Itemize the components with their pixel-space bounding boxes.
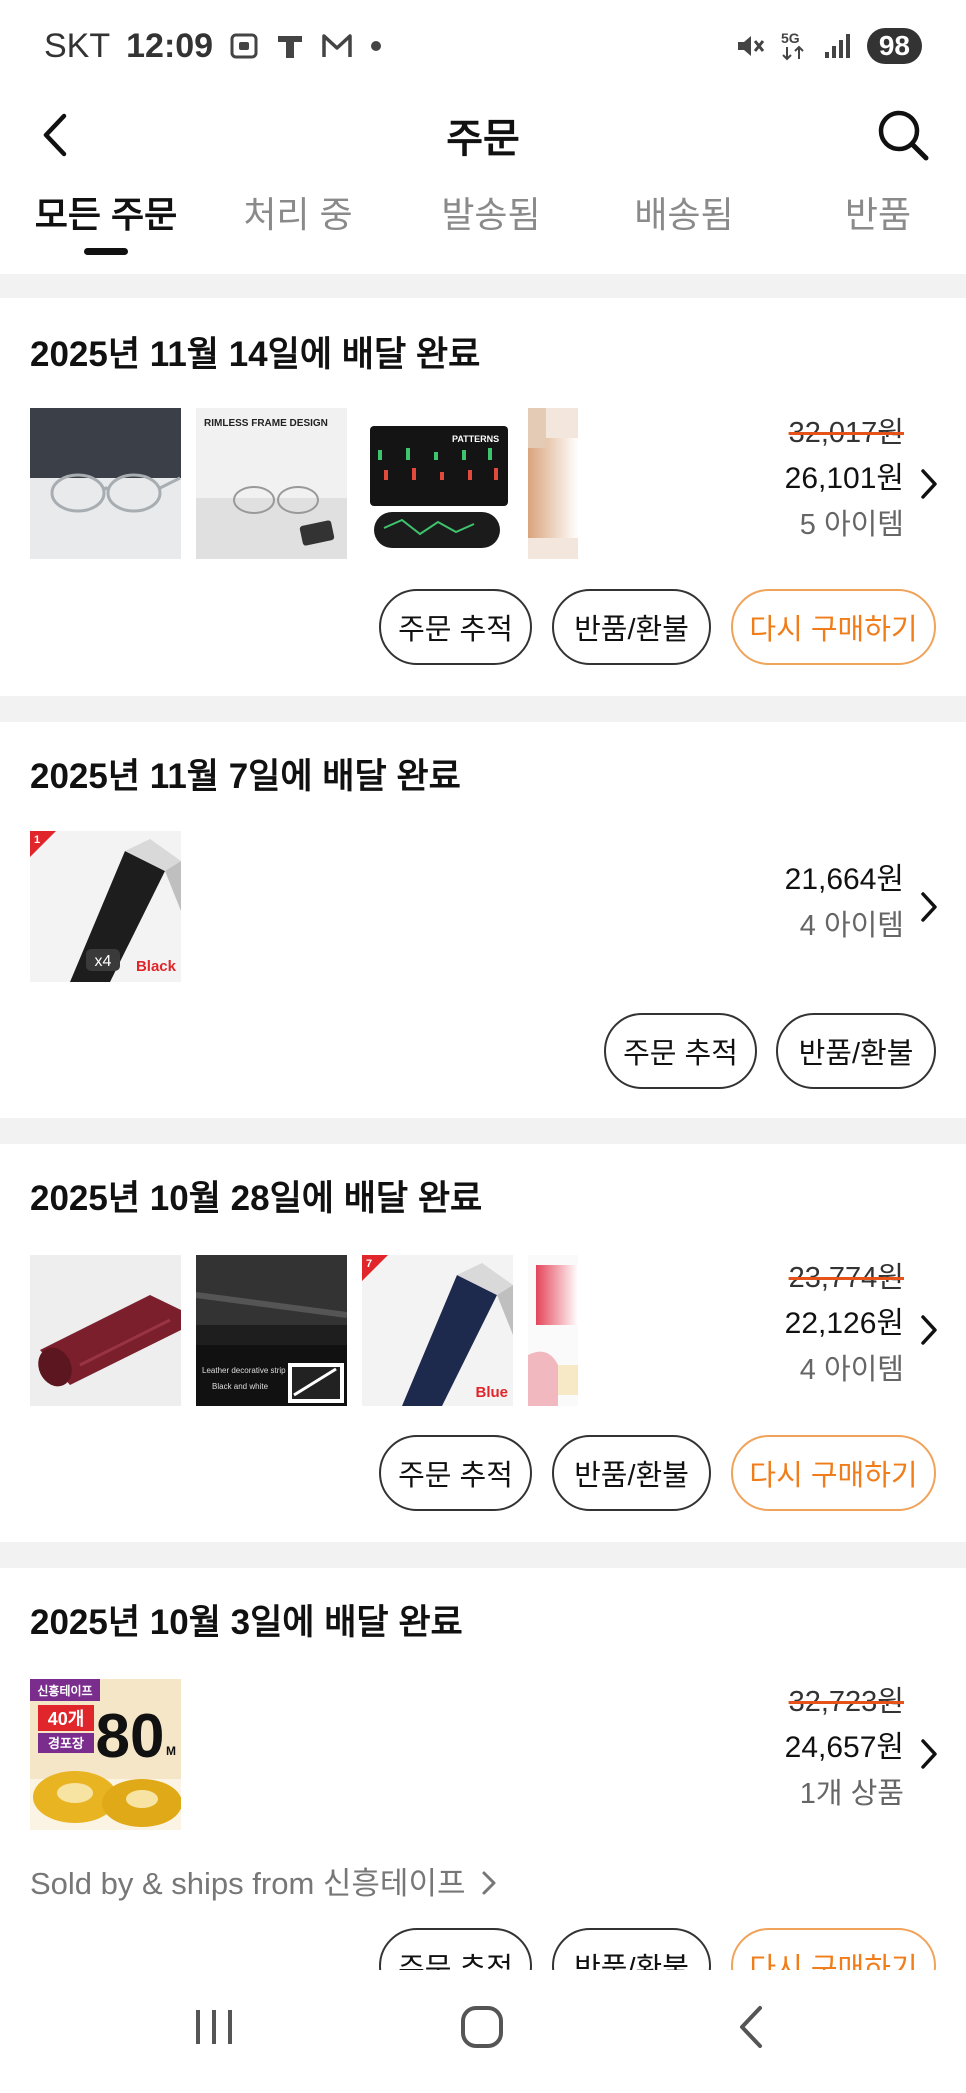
status-left: SKT 12:09	[44, 27, 383, 66]
product-thumbnail[interactable]: 7 Blue	[362, 1255, 513, 1406]
recents-icon[interactable]	[192, 2006, 236, 2053]
return-refund-button[interactable]: 반품/환불	[552, 1435, 711, 1511]
tab-all-orders[interactable]: 모든 주문	[35, 186, 177, 238]
chevron-right-icon[interactable]	[918, 1736, 940, 1772]
status-bar: SKT 12:09 5G 98	[0, 0, 966, 92]
mail-icon	[321, 31, 353, 61]
chevron-right-icon[interactable]	[918, 1312, 940, 1348]
carrier: SKT	[44, 26, 111, 65]
thumb-text-strip: Leather decorative strip	[202, 1366, 286, 1375]
buy-again-button[interactable]: 다시 구매하기	[731, 589, 936, 665]
product-thumbnail[interactable]	[528, 1255, 578, 1406]
svg-text:5G: 5G	[781, 30, 800, 46]
chevron-right-icon[interactable]	[918, 889, 940, 925]
section-divider	[0, 696, 966, 722]
track-order-button[interactable]: 주문 추적	[379, 589, 532, 665]
tab-delivered[interactable]: 배송됨	[634, 186, 733, 238]
order-card: 2025년 11월 14일에 배달 완료 RIMLESS FRAME DESIG…	[0, 298, 966, 696]
buy-again-button[interactable]: 다시 구매하기	[731, 1435, 936, 1511]
mute-icon	[735, 31, 765, 61]
order-date: 2025년 11월 14일에 배달 완료	[30, 335, 481, 374]
thumb-text-bw: Black and white	[212, 1382, 269, 1391]
order-tabs: 모든 주문 처리 중 발송됨 배송됨 반품	[0, 186, 966, 258]
seller-text: Sold by & ships from 신흥테이프	[30, 1866, 466, 1901]
section-divider	[0, 1542, 966, 1568]
return-refund-button[interactable]: 반품/환불	[552, 589, 711, 665]
system-nav-bar	[0, 1970, 966, 2093]
clock: 12:09	[126, 26, 214, 65]
product-thumbnail[interactable]: RIMLESS FRAME DESIGN	[196, 408, 347, 559]
section-divider	[0, 1118, 966, 1144]
order-price-block: 23,774원 22,126원 4 아이템	[785, 1255, 904, 1393]
variant-label: Blue	[475, 1384, 508, 1401]
page-title: 주문	[446, 117, 520, 161]
status-right: 5G 98	[735, 28, 922, 64]
order-card: 2025년 10월 3일에 배달 완료 신흥테이프 40개 경포장 80 M 3…	[0, 1568, 966, 1970]
thumb-qty: 40개	[48, 1709, 85, 1729]
corner-number: 7	[366, 1258, 372, 1270]
thumb-text-patterns: PATTERNS	[452, 434, 499, 444]
variant-label: Black	[136, 958, 177, 975]
order-date: 2025년 10월 3일에 배달 완료	[30, 1603, 463, 1642]
thumb-brand: 신흥테이프	[37, 1683, 92, 1698]
buy-again-button[interactable]: 다시 구매하기	[731, 1928, 936, 1970]
original-price: 32,723원	[788, 1686, 904, 1718]
dot-icon	[369, 39, 383, 53]
app-header: 주문	[0, 92, 966, 176]
order-price-block: 32,017원 26,101원 5 아이템	[785, 410, 904, 548]
corner-number: 1	[34, 834, 40, 846]
item-count: 4 아이템	[799, 910, 904, 942]
product-thumbnail[interactable]: 1 x4 Black	[30, 831, 181, 982]
product-thumbnail[interactable]	[30, 1255, 181, 1406]
signal-icon	[823, 32, 853, 60]
order-price: 22,126원	[784, 1307, 904, 1340]
screenshot-icon	[229, 31, 259, 61]
original-price: 23,774원	[788, 1262, 904, 1294]
chevron-right-icon[interactable]	[918, 466, 940, 502]
5g-icon: 5G	[779, 29, 809, 63]
thumb-unit: M	[166, 1744, 176, 1758]
active-tab-indicator	[84, 248, 128, 255]
order-date: 2025년 11월 7일에 배달 완료	[30, 757, 461, 796]
original-price: 32,017원	[788, 417, 904, 449]
product-thumbnail[interactable]: PATTERNS	[362, 408, 513, 559]
item-count: 1개 상품	[799, 1778, 904, 1810]
product-thumbnail[interactable]: Leather decorative strip Black and white	[196, 1255, 347, 1406]
product-thumbnail[interactable]	[30, 408, 181, 559]
home-icon[interactable]	[459, 2004, 505, 2055]
item-count: 4 아이템	[799, 1354, 904, 1386]
back-icon[interactable]	[734, 2004, 768, 2055]
order-date: 2025년 10월 28일에 배달 완료	[30, 1179, 483, 1218]
quantity-badge: x4	[95, 953, 112, 970]
order-card: 2025년 11월 7일에 배달 완료 1 x4 Black 21,664원 4…	[0, 722, 966, 1118]
order-price: 26,101원	[784, 462, 904, 495]
t-icon	[275, 31, 305, 61]
thumb-size: 80	[96, 1702, 165, 1771]
order-price-block: 32,723원 24,657원 1개 상품	[785, 1679, 904, 1817]
tab-returns[interactable]: 반품	[845, 186, 911, 238]
product-thumbnail[interactable]	[528, 408, 578, 559]
tab-processing[interactable]: 처리 중	[243, 186, 352, 238]
track-order-button[interactable]: 주문 추적	[379, 1435, 532, 1511]
thumb-type: 경포장	[48, 1736, 84, 1751]
item-count: 5 아이템	[799, 509, 904, 541]
seller-link[interactable]: Sold by & ships from 신흥테이프	[30, 1858, 498, 1903]
tab-shipped[interactable]: 발송됨	[441, 186, 540, 238]
order-price-block: 21,664원 4 아이템	[785, 857, 904, 949]
battery-level: 98	[866, 28, 922, 64]
return-refund-button[interactable]: 반품/환불	[552, 1928, 711, 1970]
section-divider	[0, 274, 966, 298]
track-order-button[interactable]: 주문 추적	[379, 1928, 532, 1970]
thumb-text-rimless: RIMLESS FRAME DESIGN	[204, 418, 328, 429]
order-price: 24,657원	[784, 1731, 904, 1764]
search-icon[interactable]	[874, 106, 932, 164]
return-refund-button[interactable]: 반품/환불	[776, 1013, 936, 1089]
order-price: 21,664원	[784, 863, 904, 896]
order-card: 2025년 10월 28일에 배달 완료 Leather decorative …	[0, 1144, 966, 1542]
product-thumbnail[interactable]: 신흥테이프 40개 경포장 80 M	[30, 1679, 181, 1830]
chevron-right-icon	[482, 1871, 496, 1895]
track-order-button[interactable]: 주문 추적	[604, 1013, 757, 1089]
